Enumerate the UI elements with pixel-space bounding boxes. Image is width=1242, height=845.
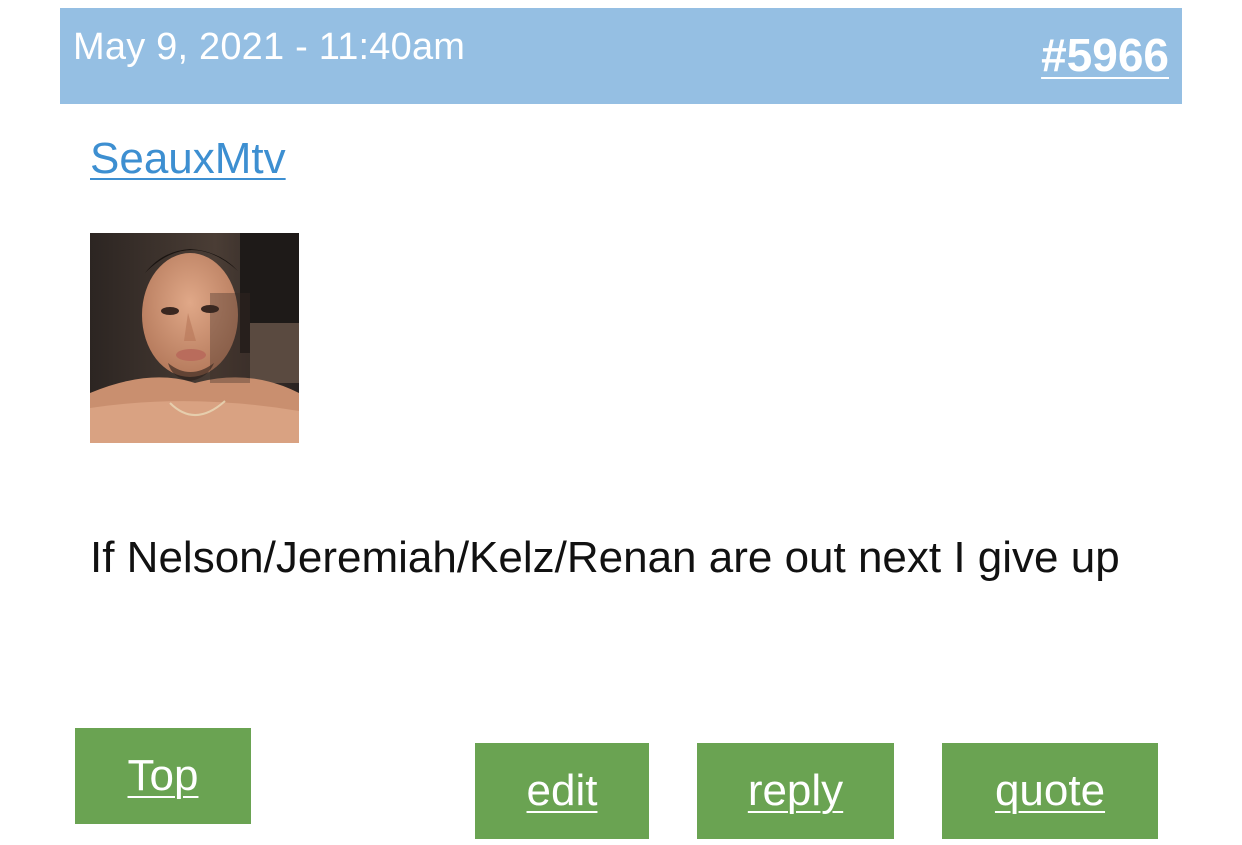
quote-button[interactable]: quote bbox=[942, 743, 1158, 839]
post-header: May 9, 2021 - 11:40am #5966 bbox=[60, 8, 1182, 104]
avatar-photo bbox=[90, 233, 299, 443]
post-body: If Nelson/Jeremiah/Kelz/Renan are out ne… bbox=[90, 533, 1120, 582]
avatar[interactable] bbox=[90, 233, 299, 443]
reply-button[interactable]: reply bbox=[697, 743, 894, 839]
post-permalink[interactable]: #5966 bbox=[1041, 28, 1169, 82]
post-date: May 9, 2021 - 11:40am bbox=[73, 26, 466, 68]
forum-post: May 9, 2021 - 11:40am #5966 SeauxMtv If … bbox=[0, 0, 1242, 845]
top-button[interactable]: Top bbox=[75, 728, 251, 824]
author-link[interactable]: SeauxMtv bbox=[90, 134, 286, 184]
edit-button[interactable]: edit bbox=[475, 743, 649, 839]
